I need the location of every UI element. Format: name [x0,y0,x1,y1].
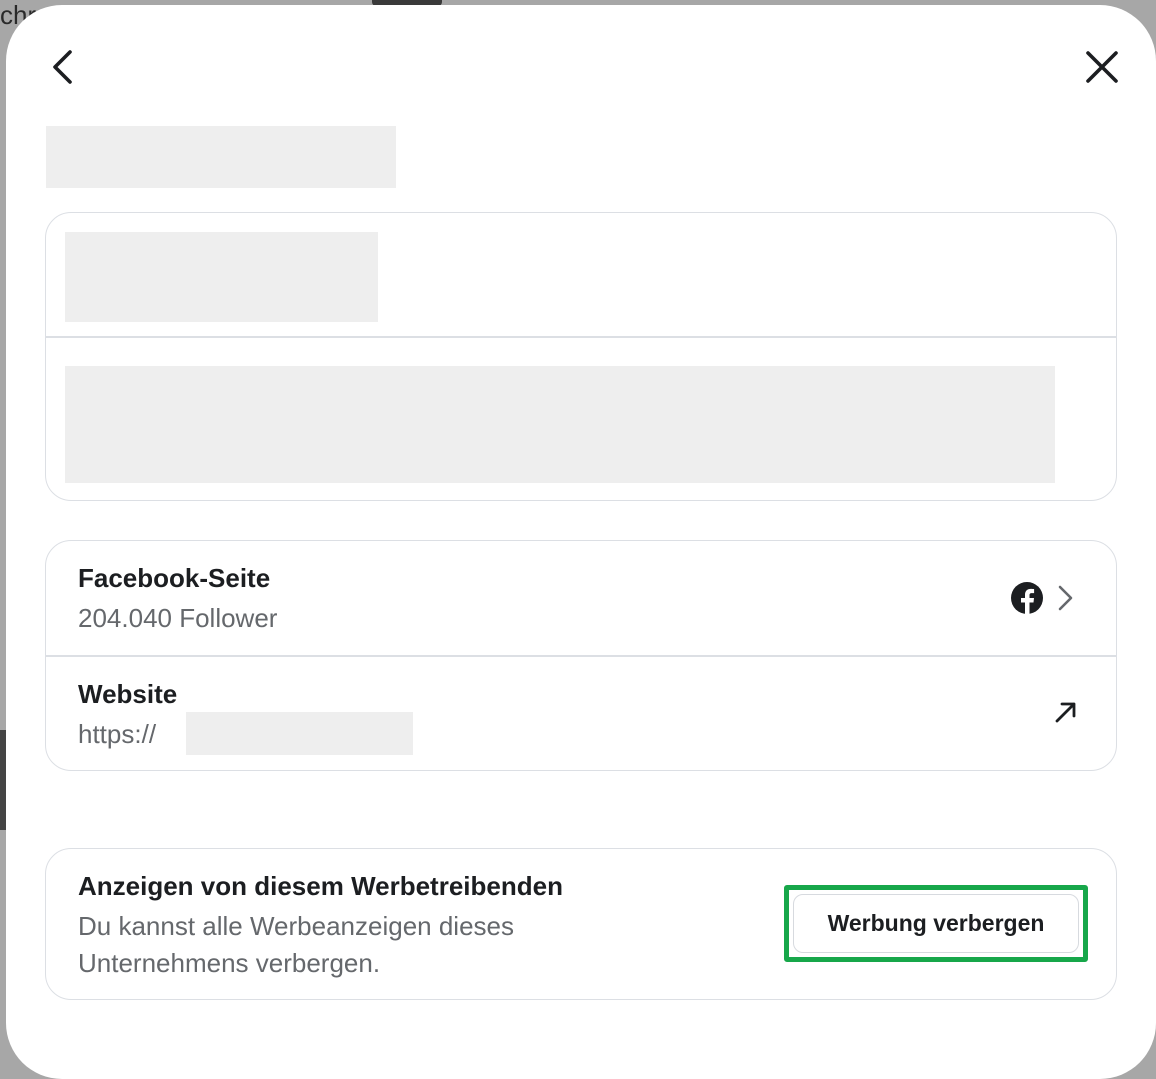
website-row[interactable]: Website https:// [46,657,1116,770]
hide-ads-button[interactable]: Werbung verbergen [793,894,1079,953]
hide-ads-description-line1: Du kannst alle Werbeanzeigen dieses [78,911,515,941]
hide-ads-card: Anzeigen von diesem Werbetreibenden Du k… [45,848,1117,1000]
external-arrow-icon [1055,702,1076,723]
facebook-page-title: Facebook-Seite [78,563,271,593]
redacted-block [65,366,1055,483]
links-card: Facebook-Seite 204.040 Follower Website … [45,540,1117,771]
highlight-frame: Werbung verbergen [784,885,1088,962]
hide-ads-title: Anzeigen von diesem Werbetreibenden [78,871,563,901]
advertiser-info-dialog: Facebook-Seite 204.040 Follower Website … [6,5,1156,1079]
facebook-icon [1011,582,1043,614]
advertiser-name-placeholder [46,126,396,188]
website-title: Website [78,679,178,709]
facebook-page-followers: 204.040 Follower [78,603,278,633]
redacted-block [65,232,378,322]
redacted-url [186,712,413,755]
facebook-page-row[interactable]: Facebook-Seite 204.040 Follower [46,541,1116,655]
card-divider [46,336,1116,338]
chevron-right-icon [1058,585,1073,611]
advertiser-details-card [45,212,1117,501]
hide-ads-description-line2: Unternehmens verbergen. [78,948,381,978]
close-icon [1086,51,1118,83]
chevron-left-icon [53,50,72,84]
back-button[interactable] [38,43,86,91]
close-button[interactable] [1078,43,1126,91]
website-url: https:// [78,719,157,749]
